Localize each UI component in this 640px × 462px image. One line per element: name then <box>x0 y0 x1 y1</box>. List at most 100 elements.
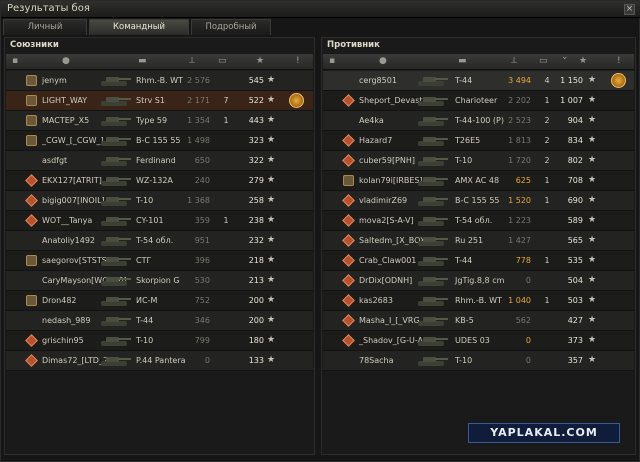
player-row[interactable]: mova2[S-A-V] T-54 обл. 1 223 589 ★ <box>323 211 634 231</box>
experience-value: 802 <box>567 156 583 165</box>
tank-image-icon <box>418 77 448 86</box>
experience-value: 589 <box>567 216 583 225</box>
rank-diamond-icon <box>25 174 38 187</box>
damage-value: 1 520 <box>508 196 531 205</box>
player-row[interactable]: LIGHT_WAY Strv S1 2 171 7 522 ★ <box>6 91 313 111</box>
experience-value: 238 <box>248 216 264 225</box>
player-row[interactable]: Ae4ka T-44-100 (P) 2 523 2 904 ★ <box>323 111 634 131</box>
player-name: kolan79i[IRBES] <box>359 176 423 185</box>
damage-value: 530 <box>194 276 210 285</box>
player-row[interactable]: kas2683 Rhm.-B. WT 1 040 1 503 ★ <box>323 291 634 311</box>
player-name: DrDix[ODNH] <box>359 276 413 285</box>
star-icon[interactable]: ★ <box>256 56 264 66</box>
player-row[interactable]: CaryMayson[WOT80] Skorpion G 530 213 ★ <box>6 271 313 291</box>
tank-image-icon <box>418 117 448 126</box>
star-icon: ★ <box>267 155 276 165</box>
player-row[interactable]: Dimas72_[LTD_2] P.44 Pantera 0 133 ★ <box>6 351 313 371</box>
player-name: nedash_989 <box>42 316 91 325</box>
experience-value: 522 <box>248 96 264 105</box>
tab-detailed-report[interactable]: Подробный отчёт <box>191 19 271 47</box>
star-icon: ★ <box>588 75 597 85</box>
tank-icon[interactable]: ▬ <box>138 56 147 66</box>
player-row[interactable]: Saltedm_[X_BOX] Ru 251 1 427 565 ★ <box>323 231 634 251</box>
player-row[interactable]: grischin95 T-10 799 180 ★ <box>6 331 313 351</box>
player-row[interactable]: Crab_Claw001 T-44 778 1 535 ★ <box>323 251 634 271</box>
star-icon[interactable]: ★ <box>579 56 587 66</box>
tank-name: CY-101 <box>136 216 164 225</box>
square-icon[interactable]: ▪ <box>12 56 18 66</box>
exclamation-icon[interactable]: ! <box>296 56 300 66</box>
kills-value: 1 <box>223 116 229 125</box>
player-row[interactable]: asdfgt Ferdinand 650 322 ★ <box>6 151 313 171</box>
player-name: Hazard7 <box>359 136 393 145</box>
experience-value: 904 <box>567 116 583 125</box>
damage-value: 0 <box>525 276 531 285</box>
tab-team-result[interactable]: Командный результат <box>89 19 189 47</box>
player-row[interactable]: nedash_989 T-44 346 200 ★ <box>6 311 313 331</box>
damage-value: 650 <box>194 156 210 165</box>
star-icon: ★ <box>588 95 597 105</box>
experience-value: 545 <box>248 76 264 85</box>
experience-value: 834 <box>567 136 583 145</box>
experience-value: 503 <box>567 296 583 305</box>
kills-icon[interactable]: ▭ <box>218 56 227 66</box>
tank-name: Charioteer <box>455 96 498 105</box>
player-name: Anatoliy1492 <box>42 236 96 245</box>
star-icon: ★ <box>588 215 597 225</box>
star-icon: ★ <box>588 315 597 325</box>
star-icon: ★ <box>588 355 597 365</box>
experience-value: 180 <box>248 336 264 345</box>
tank-icon[interactable]: ▬ <box>458 56 467 66</box>
clan-emblem-icon <box>26 115 37 126</box>
damage-value: 1 368 <box>187 196 210 205</box>
close-button[interactable]: × <box>624 4 635 15</box>
experience-value: 535 <box>567 256 583 265</box>
allies-header: Союзники <box>10 40 59 50</box>
kills-value: 2 <box>544 116 550 125</box>
player-row[interactable]: 78Sacha T-10 0 357 ★ <box>323 351 634 371</box>
tank-name: T26E5 <box>455 136 481 145</box>
player-row[interactable]: WOT__Tanya CY-101 359 1 238 ★ <box>6 211 313 231</box>
exclamation-icon[interactable]: ! <box>617 56 621 66</box>
experience-value: 504 <box>567 276 583 285</box>
tank-image-icon <box>101 297 131 306</box>
tank-name: Ferdinand <box>136 156 176 165</box>
player-row[interactable]: MACTEP_X5 Type 59 1 354 1 443 ★ <box>6 111 313 131</box>
player-row[interactable]: Hazard7 T26E5 1 813 2 834 ★ <box>323 131 634 151</box>
player-row[interactable]: kolan79i[IRBES] AMX AC 48 625 1 708 ★ <box>323 171 634 191</box>
person-icon[interactable]: ● <box>379 56 387 66</box>
tab-personal-result[interactable]: Личный результат <box>3 19 87 47</box>
player-row[interactable]: Dron482 ИС-М 752 200 ★ <box>6 291 313 311</box>
star-icon: ★ <box>267 215 276 225</box>
player-row[interactable]: cerg8501 T-44 3 494 4 1 150 ★ <box>323 71 634 91</box>
player-row[interactable]: _Shadov_[G-U-A] UDES 03 0 373 ★ <box>323 331 634 351</box>
player-row[interactable]: Masha_I_[_VRG_] KB-5 562 427 ★ <box>323 311 634 331</box>
square-icon[interactable]: ▪ <box>329 56 335 66</box>
rank-diamond-icon <box>342 334 355 347</box>
tank-name: Rhm.-B. WT <box>455 296 502 305</box>
player-row[interactable]: Anatoliy1492 T-54 обл. 951 232 ★ <box>6 231 313 251</box>
player-row[interactable]: saegorov[STSTS] СТГ 396 218 ★ <box>6 251 313 271</box>
player-row[interactable]: cuber59[PNH] T-10 1 720 2 802 ★ <box>323 151 634 171</box>
kills-icon[interactable]: ▭ <box>539 56 548 66</box>
player-row[interactable]: Sheport_Devasta... Charioteer 2 202 1 1 007 ★ <box>323 91 634 111</box>
player-row[interactable]: jenym Rhm.-B. WT 2 576 545 ★ <box>6 71 313 91</box>
kills-value: 1 <box>544 196 550 205</box>
damage-icon[interactable]: ⟂ <box>189 56 195 66</box>
player-row[interactable]: _CGW_[_CGW_] B-C 155 55 1 498 323 ★ <box>6 131 313 151</box>
player-row[interactable]: bigig007[INOIL] T-10 1 368 258 ★ <box>6 191 313 211</box>
player-row[interactable]: EKX127[ATRIT] WZ-132A 240 279 ★ <box>6 171 313 191</box>
tank-image-icon <box>101 217 131 226</box>
player-name: mova2[S-A-V] <box>359 216 414 225</box>
damage-value: 1 354 <box>187 116 210 125</box>
player-row[interactable]: DrDix[ODNH] JgTig.8,8 cm 0 504 ★ <box>323 271 634 291</box>
star-icon: ★ <box>267 295 276 305</box>
player-row[interactable]: vladimirZ69 B-C 155 55 1 520 1 690 ★ <box>323 191 634 211</box>
tank-image-icon <box>101 277 131 286</box>
experience-value: 1 007 <box>560 96 583 105</box>
clan-emblem-icon <box>26 135 37 146</box>
damage-icon[interactable]: ⟂ <box>511 56 517 66</box>
person-icon[interactable]: ● <box>62 56 70 66</box>
tank-name: Strv S1 <box>136 96 165 105</box>
tank-name: AMX AC 48 <box>455 176 500 185</box>
